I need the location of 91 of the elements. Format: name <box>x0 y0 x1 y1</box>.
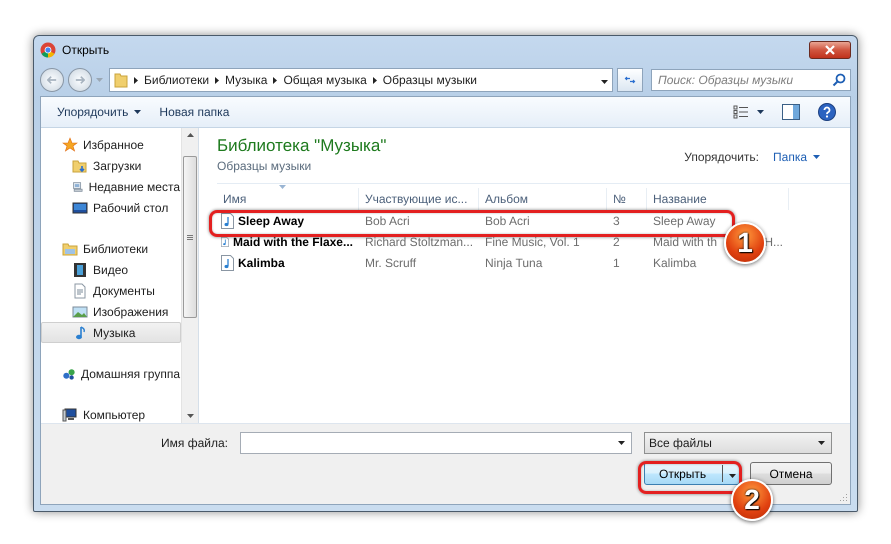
table-cell: Ninja Tuna <box>485 256 542 270</box>
file-name-cell[interactable]: Kalimba <box>217 254 359 270</box>
star-icon <box>62 136 78 152</box>
chevron-icon <box>134 76 138 84</box>
preview-pane-icon[interactable] <box>782 104 800 120</box>
history-caret-icon <box>96 78 103 82</box>
search-field[interactable]: Поиск: Образцы музыки <box>651 69 851 91</box>
resize-grip-icon <box>839 493 848 502</box>
file-name-cell[interactable]: Sleep Away <box>217 212 359 228</box>
scroll-down-icon[interactable] <box>186 414 194 418</box>
help-icon[interactable] <box>818 103 836 121</box>
column-header[interactable]: Участвующие ис... <box>359 188 479 210</box>
cancel-button[interactable]: Отмена <box>750 462 832 485</box>
sidebar-item[interactable]: Рабочий стол <box>41 197 181 218</box>
dropdown-caret-icon <box>601 80 608 84</box>
scroll-up-icon[interactable] <box>186 133 194 137</box>
file-type-dropdown[interactable]: Все файлы <box>644 432 832 454</box>
library-title: Библиотека "Музыка" <box>217 136 386 156</box>
back-arrow-icon <box>47 75 57 85</box>
music-file-icon <box>221 212 234 228</box>
column-header[interactable]: № <box>607 188 647 210</box>
organize-menu-button[interactable]: Упорядочить <box>51 102 148 122</box>
film-icon <box>72 262 88 278</box>
table-cell: Bob Acri <box>365 214 410 228</box>
sidebar-item[interactable]: Недавние места <box>41 176 181 197</box>
sidebar-item[interactable]: Компьютер <box>41 404 181 425</box>
scrollbar[interactable] <box>181 128 198 423</box>
truncated-text: H... <box>764 234 783 248</box>
open-button[interactable]: Открыть <box>644 462 740 485</box>
file-name-field[interactable] <box>240 432 632 454</box>
table-cell: 1 <box>613 256 620 270</box>
chevron-icon <box>215 76 220 84</box>
address-bar[interactable]: Библиотеки Музыка Общая музыка Образцы музыки <box>109 68 613 92</box>
table-cell: 2 <box>613 234 620 248</box>
dropdown-caret-icon <box>618 441 625 445</box>
back-button[interactable] <box>40 68 64 92</box>
dropdown-caret-icon <box>729 474 736 478</box>
sort-icon <box>279 185 286 189</box>
column-header[interactable]: Название <box>647 188 789 210</box>
view-list-icon[interactable] <box>733 105 749 119</box>
table-cell: 3 <box>613 214 620 228</box>
sidebar-item[interactable]: Видео <box>41 259 181 280</box>
folder-icon <box>62 240 78 256</box>
sidebar-item[interactable]: Изображения <box>41 301 181 322</box>
document-icon <box>72 282 88 298</box>
file-name-cell[interactable]: Maid with the Flaxe... <box>217 234 359 250</box>
sidebar-item[interactable]: Домашняя группа <box>41 363 181 384</box>
arrange-dropdown[interactable]: Папка <box>773 150 820 164</box>
close-icon <box>824 45 836 55</box>
folder-icon <box>72 158 88 174</box>
close-button[interactable] <box>809 41 851 59</box>
search-icon <box>832 73 846 87</box>
view-caret-icon <box>757 110 764 114</box>
breadcrumb-item[interactable]: Общая музыка <box>283 73 367 87</box>
breadcrumb-item[interactable]: Музыка <box>225 73 268 87</box>
breadcrumb-item[interactable]: Библиотеки <box>144 73 210 87</box>
sidebar-item[interactable]: Избранное <box>41 134 181 155</box>
forward-arrow-icon <box>75 75 85 85</box>
folder-icon <box>114 72 128 88</box>
grip-icon <box>187 234 193 240</box>
chevron-icon <box>273 76 278 84</box>
dropdown-caret-icon <box>818 441 825 445</box>
table-cell: Fine Music, Vol. 1 <box>485 234 580 248</box>
table-cell: Mr. Scruff <box>365 256 416 270</box>
file-name-label: Имя файла: <box>161 436 228 450</box>
sidebar-item[interactable]: Документы <box>41 280 181 301</box>
sidebar-item[interactable]: Библиотеки <box>41 238 181 259</box>
table-cell: Bob Acri <box>485 214 530 228</box>
sidebar-item[interactable]: Музыка <box>41 322 181 343</box>
table-cell: Maid with th <box>653 234 718 248</box>
music-file-icon <box>221 254 234 270</box>
table-cell: Sleep Away <box>653 214 716 228</box>
column-header[interactable]: Альбом <box>479 188 607 210</box>
caret-icon <box>134 110 142 114</box>
refresh-button[interactable] <box>617 68 643 92</box>
window-title: Открыть <box>62 43 110 57</box>
table-cell: Richard Stoltzman... <box>365 234 474 248</box>
new-folder-button[interactable]: Новая папка <box>153 102 236 122</box>
breadcrumb-item[interactable]: Образцы музыки <box>382 73 477 87</box>
desktop-icon <box>72 200 88 216</box>
arrange-label: Упорядочить: <box>684 150 760 164</box>
computer-icon <box>62 406 78 422</box>
browser-logo-icon <box>40 42 56 58</box>
chevron-icon <box>372 76 377 84</box>
forward-button[interactable] <box>68 68 92 92</box>
library-subtitle: Образцы музыки <box>217 159 312 173</box>
sidebar-item[interactable]: Загрузки <box>41 155 181 176</box>
column-header[interactable]: Имя <box>217 188 359 210</box>
image-icon <box>72 304 88 320</box>
caret-icon <box>813 155 820 159</box>
table-cell: Kalimba <box>653 256 696 270</box>
